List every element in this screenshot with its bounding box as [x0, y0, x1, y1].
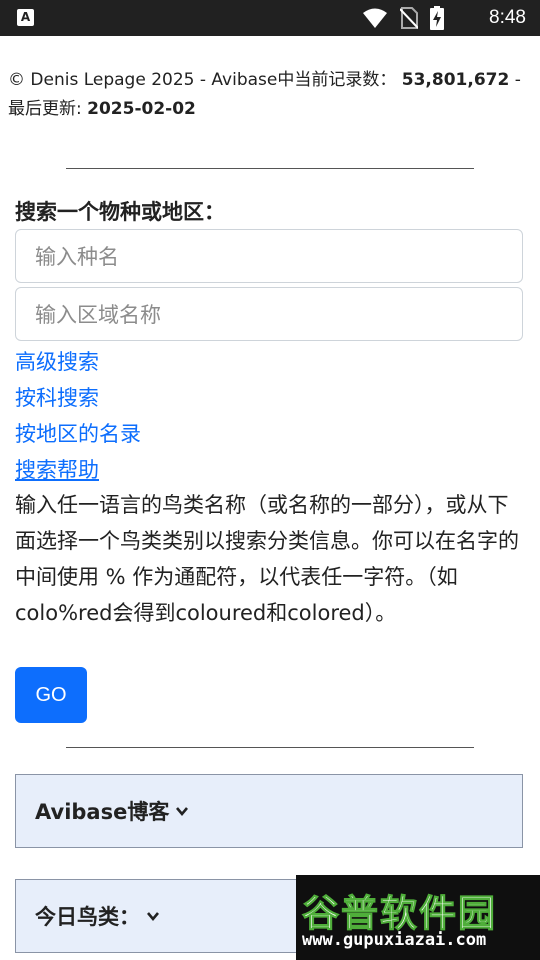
species-input-placeholder: 输入种名: [35, 245, 119, 269]
battery-charging-icon: [430, 6, 444, 30]
panel-title: Avibase博客: [35, 800, 170, 824]
panel-title: 今日鸟类：: [35, 905, 140, 929]
region-search-input[interactable]: 输入区域名称: [15, 287, 523, 341]
chevron-down-icon: [147, 912, 159, 922]
checklist-by-region-link[interactable]: 按地区的名录: [15, 418, 141, 448]
avibase-blog-panel[interactable]: Avibase博客: [15, 774, 523, 848]
advanced-search-link[interactable]: 高级搜索: [15, 346, 99, 376]
record-count: 53,801,672: [401, 70, 510, 90]
search-help-text: 输入任一语言的鸟类名称（或名称的一部分），或从下面选择一个鸟类类别以搜索分类信息…: [15, 493, 519, 625]
search-title: 搜索一个物种或地区：: [15, 200, 225, 224]
wifi-icon: [363, 8, 387, 28]
chevron-down-icon: [176, 807, 189, 817]
site-watermark: 谷普软件园 www.gupuxiazai.com: [296, 875, 540, 960]
copyright-text: © Denis Lepage 2025 - Avibase中当前记录数：: [8, 70, 397, 90]
divider: [66, 168, 474, 169]
status-icons: [362, 6, 444, 30]
species-search-input[interactable]: 输入种名: [15, 229, 523, 283]
watermark-title: 谷普软件园: [302, 892, 497, 936]
updated-label: 最后更新:: [8, 99, 88, 119]
status-time: 8:48: [489, 7, 526, 28]
search-help-link[interactable]: 搜索帮助: [15, 454, 99, 484]
watermark-url: www.gupuxiazai.com: [302, 930, 487, 950]
divider: [66, 747, 474, 748]
app-notification-icon: A: [17, 9, 34, 26]
no-sim-icon: [400, 7, 418, 29]
search-by-family-link[interactable]: 按科搜索: [15, 382, 99, 412]
separator: -: [509, 70, 521, 90]
updated-date: 2025-02-02: [87, 99, 196, 119]
record-info: © Denis Lepage 2025 - Avibase中当前记录数： 53,…: [8, 66, 533, 124]
region-input-placeholder: 输入区域名称: [35, 303, 161, 327]
go-button[interactable]: GO: [15, 667, 87, 723]
status-bar: A 8:48: [0, 0, 540, 36]
